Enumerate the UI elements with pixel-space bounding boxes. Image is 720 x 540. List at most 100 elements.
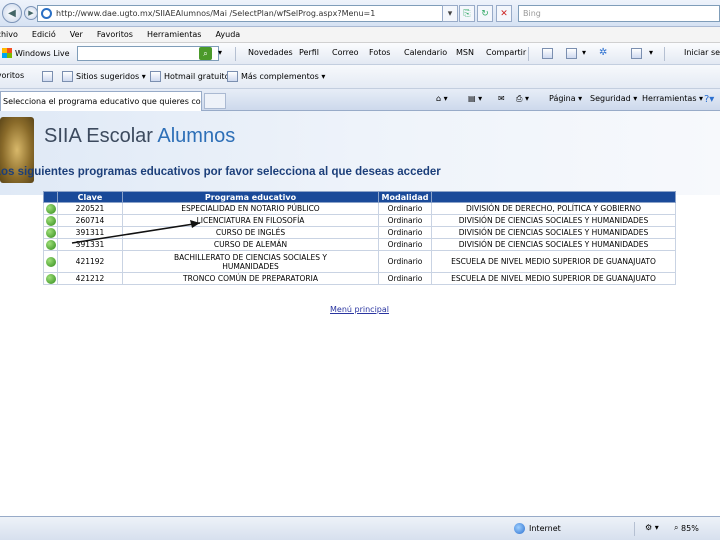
windows-live-button[interactable]: Windows Live bbox=[2, 48, 70, 58]
cell-clave: 421212 bbox=[57, 272, 123, 285]
windows-flag-icon bbox=[2, 48, 12, 58]
menu-favoritos[interactable]: Favoritos bbox=[97, 30, 133, 39]
live-correo[interactable]: Correo bbox=[332, 48, 359, 57]
folder-dropdown-icon[interactable]: ▾ bbox=[582, 48, 586, 57]
ie-page-icon bbox=[41, 8, 52, 19]
cell-modalidad: Ordinario bbox=[378, 238, 432, 251]
menu-ver[interactable]: Ver bbox=[70, 30, 83, 39]
column-clave: Clave bbox=[57, 191, 123, 203]
column-programa: Programa educativo bbox=[122, 191, 379, 203]
new-tab-button[interactable] bbox=[204, 93, 226, 109]
select-check-icon[interactable] bbox=[45, 256, 56, 267]
stop-icon[interactable]: ✕ bbox=[496, 5, 512, 22]
feeds-icon[interactable]: ▤ ▾ bbox=[468, 94, 482, 103]
cell-programa[interactable]: LICENCIATURA EN FILOSOFÍA bbox=[122, 214, 379, 227]
compatibility-icon[interactable]: ⎘ bbox=[459, 5, 475, 22]
live-search-icon[interactable]: ⌕ bbox=[199, 47, 212, 60]
live-fotos[interactable]: Fotos bbox=[369, 48, 390, 57]
home-icon[interactable]: ⌂ ▾ bbox=[436, 94, 448, 103]
live-search-input[interactable] bbox=[77, 46, 219, 61]
read-mail-icon[interactable]: ✉ bbox=[498, 94, 505, 103]
live-novedades[interactable]: Novedades bbox=[248, 48, 293, 57]
live-compartir[interactable]: Compartir bbox=[486, 48, 526, 57]
page-icon bbox=[227, 71, 238, 82]
cell-programa[interactable]: ESPECIALIDAD EN NOTARIO PÚBLICO bbox=[122, 202, 379, 215]
live-toolbar: Windows Live ⌕ ▾ Novedades Perfil Correo… bbox=[0, 43, 720, 65]
cell-division: DIVISIÓN DE CIENCIAS SOCIALES Y HUMANIDA… bbox=[431, 226, 676, 239]
address-text: http://www.dae.ugto.mx/SIIAEAlumnos/Mai … bbox=[56, 9, 376, 18]
page-menu[interactable]: Página ▾ bbox=[549, 94, 582, 103]
favorite-sitios-sugeridos[interactable]: Sitios sugeridos ▾ bbox=[62, 71, 146, 82]
live-signin[interactable]: Iniciar sesión bbox=[684, 48, 720, 57]
table-row[interactable]: 391331 CURSO DE ALEMÁN Ordinario DIVISIÓ… bbox=[43, 238, 676, 251]
safety-menu[interactable]: Seguridad ▾ bbox=[590, 94, 637, 103]
cell-division: DIVISIÓN DE CIENCIAS SOCIALES Y HUMANIDA… bbox=[431, 238, 676, 251]
menu-archivo[interactable]: Archivo bbox=[0, 30, 18, 39]
address-toolbar: ◀ ▶ http://www.dae.ugto.mx/SIIAEAlumnos/… bbox=[0, 0, 720, 27]
protected-mode-icon[interactable]: ⚙ ▾ bbox=[645, 523, 659, 532]
menu-herramientas[interactable]: Herramientas bbox=[147, 30, 202, 39]
tab-title: Selecciona el programa educativo que qui… bbox=[3, 97, 201, 106]
divider bbox=[235, 47, 236, 61]
live-search-dropdown-icon[interactable]: ▾ bbox=[218, 48, 222, 57]
select-check-icon[interactable] bbox=[45, 203, 56, 214]
site-title: SIIA Escolar Alumnos bbox=[44, 125, 236, 147]
menu-ayuda[interactable]: Ayuda bbox=[215, 30, 240, 39]
main-menu-link[interactable]: Menú principal bbox=[330, 305, 389, 314]
add-favorite-icon[interactable] bbox=[42, 71, 56, 82]
column-select bbox=[43, 191, 58, 203]
column-division bbox=[431, 191, 676, 203]
favorite-mas-complementos[interactable]: Más complementos ▾ bbox=[227, 71, 325, 82]
select-check-icon[interactable] bbox=[45, 215, 56, 226]
tools-menu[interactable]: Herramientas ▾ bbox=[642, 94, 703, 103]
cell-programa[interactable]: CURSO DE INGLÉS bbox=[122, 226, 379, 239]
refresh-icon[interactable]: ↻ bbox=[477, 5, 493, 22]
back-icon[interactable]: ◀ bbox=[2, 3, 22, 23]
divider bbox=[528, 47, 529, 61]
table-row[interactable]: 421192 BACHILLERATO DE CIENCIAS SOCIALES… bbox=[43, 250, 676, 273]
cell-modalidad: Ordinario bbox=[378, 202, 432, 215]
table-row[interactable]: 220521 ESPECIALIDAD EN NOTARIO PÚBLICO O… bbox=[43, 202, 676, 215]
cell-programa[interactable]: CURSO DE ALEMÁN bbox=[122, 238, 379, 251]
cell-clave: 421192 bbox=[57, 250, 123, 273]
print-icon[interactable]: ⎙ ▾ bbox=[516, 94, 529, 104]
table-row[interactable]: 421212 TRONCO COMÚN DE PREPARATORIA Ordi… bbox=[43, 272, 676, 285]
cell-modalidad: Ordinario bbox=[378, 272, 432, 285]
page-icon bbox=[62, 71, 73, 82]
search-input[interactable]: Bing bbox=[518, 5, 720, 22]
help-icon[interactable]: ?▾ bbox=[704, 94, 714, 105]
security-zone[interactable]: Internet bbox=[514, 523, 561, 534]
folder-icon[interactable] bbox=[566, 48, 577, 59]
address-dropdown-icon[interactable]: ▾ bbox=[442, 5, 458, 22]
cell-modalidad: Ordinario bbox=[378, 226, 432, 239]
edit-icon[interactable] bbox=[542, 48, 553, 59]
cell-modalidad: Ordinario bbox=[378, 214, 432, 227]
status-bar: Internet ⚙ ▾ ⌕ 85% bbox=[0, 516, 720, 540]
favorites-button[interactable]: Favoritos bbox=[0, 71, 24, 80]
cell-modalidad: Ordinario bbox=[378, 250, 432, 273]
forward-icon[interactable]: ▶ bbox=[24, 6, 38, 20]
select-check-icon[interactable] bbox=[45, 273, 56, 284]
live-perfil[interactable]: Perfil bbox=[299, 48, 319, 57]
check-mail-icon[interactable] bbox=[631, 48, 642, 59]
menu-edicion[interactable]: Edició bbox=[32, 30, 56, 39]
internet-globe-icon bbox=[514, 523, 525, 534]
cell-division: DIVISIÓN DE CIENCIAS SOCIALES Y HUMANIDA… bbox=[431, 214, 676, 227]
select-check-icon[interactable] bbox=[45, 239, 56, 250]
more-dropdown-icon[interactable]: ▾ bbox=[649, 48, 653, 57]
table-row[interactable]: 391311 CURSO DE INGLÉS Ordinario DIVISIÓ… bbox=[43, 226, 676, 239]
messenger-icon[interactable]: ✲ bbox=[599, 47, 607, 58]
page-icon bbox=[150, 71, 161, 82]
zoom-control[interactable]: ⌕ 85% bbox=[674, 523, 699, 533]
cell-division: ESCUELA DE NIVEL MEDIO SUPERIOR DE GUANA… bbox=[431, 272, 676, 285]
favorite-hotmail[interactable]: Hotmail gratuito bbox=[150, 71, 229, 82]
live-calendario[interactable]: Calendario bbox=[404, 48, 447, 57]
cell-programa[interactable]: BACHILLERATO DE CIENCIAS SOCIALES Y HUMA… bbox=[122, 250, 379, 273]
address-input[interactable]: http://www.dae.ugto.mx/SIIAEAlumnos/Mai … bbox=[37, 5, 455, 22]
tab-active[interactable]: Selecciona el programa educativo que qui… bbox=[0, 91, 202, 111]
select-check-icon[interactable] bbox=[45, 227, 56, 238]
cell-programa[interactable]: TRONCO COMÚN DE PREPARATORIA bbox=[122, 272, 379, 285]
live-msn[interactable]: MSN bbox=[456, 48, 474, 57]
table-row[interactable]: 260714 LICENCIATURA EN FILOSOFÍA Ordinar… bbox=[43, 214, 676, 227]
table-header-row: Clave Programa educativo Modalidad bbox=[43, 191, 676, 203]
